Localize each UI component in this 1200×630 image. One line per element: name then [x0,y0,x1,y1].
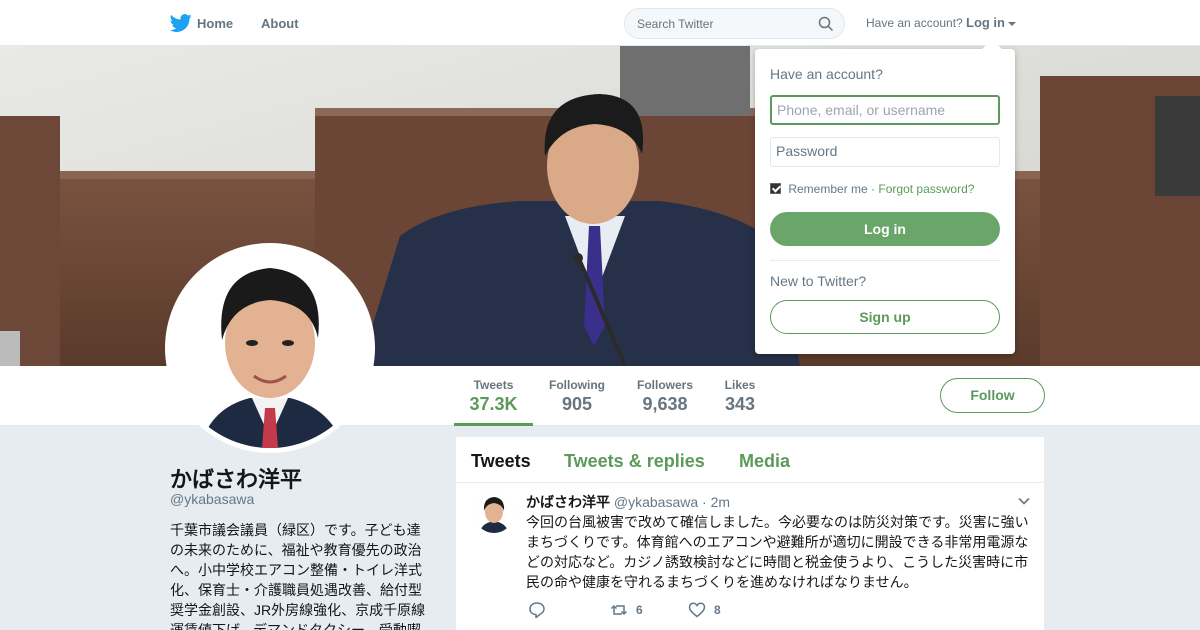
like-count: 8 [714,603,721,617]
stat-likes[interactable]: Likes 343 [722,378,758,415]
avatar[interactable] [165,243,375,453]
username-field[interactable]: Phone, email, or username [770,95,1000,125]
profile-bio: 千葉市議会議員（緑区）です。子ども達の未来のために、福祉や教育優先の政治へ。小中… [170,522,426,630]
stat-tweets-label: Tweets [473,378,514,392]
heart-icon [688,602,706,618]
stat-following-label: Following [549,378,605,392]
tweet-author-name[interactable]: かばさわ洋平 [526,494,610,510]
new-to-twitter-text: New to Twitter? [770,273,867,289]
chevron-down-icon[interactable] [1018,495,1030,507]
nav-home-link[interactable]: Home [197,16,233,31]
remember-row: Remember me · Forgot password? [770,182,974,196]
have-account-text: Have an account? [866,16,963,30]
tab-media[interactable]: Media [739,451,790,472]
login-dropdown: Have an account? Phone, email, or userna… [755,39,1015,354]
twitter-bird-icon[interactable] [170,12,192,34]
stat-followers[interactable]: Followers 9,638 [634,378,696,415]
search-icon[interactable] [818,16,834,32]
nav-about-link[interactable]: About [261,16,299,31]
caret-down-icon[interactable] [1008,22,1016,26]
like-button[interactable]: 8 [688,601,728,619]
tweet-separator: · [702,494,707,510]
search-placeholder: Search Twitter [637,17,714,31]
stat-following[interactable]: Following 905 [546,378,608,415]
timeline-tabs: Tweets Tweets & replies Media [456,437,1044,483]
signup-button[interactable]: Sign up [770,300,1000,334]
tweet[interactable]: かばさわ洋平 @ykabasawa · 2m 今回の台風被害で改めて確信しました… [456,483,1044,630]
forgot-password-link[interactable]: Forgot password? [878,182,974,196]
tab-tweets-replies[interactable]: Tweets & replies [564,451,705,472]
search-input[interactable]: Search Twitter [624,8,845,39]
dropdown-title: Have an account? [770,66,883,82]
tab-tweets[interactable]: Tweets [471,451,531,472]
stat-followers-value: 9,638 [642,394,688,414]
tweet-avatar[interactable] [474,493,514,533]
profile-handle[interactable]: @ykabasawa [170,491,254,507]
stat-tweets[interactable]: Tweets 37.3K [454,378,533,426]
stat-likes-value: 343 [724,394,756,414]
tweet-text: 今回の台風被害で改めて確信しました。今必要なのは防災対策です。災害に強いまちづく… [526,514,1029,590]
follow-button[interactable]: Follow [940,378,1045,413]
remember-me-checkbox[interactable] [770,183,781,194]
profile-name[interactable]: かばさわ洋平 [170,462,302,494]
avatar-photo [170,248,370,448]
timeline: Tweets Tweets & replies Media かばさわ洋平 @yk… [456,437,1044,630]
login-dropdown-toggle[interactable]: Log in [966,15,1005,30]
retweet-button[interactable]: 6 [610,601,650,619]
stat-followers-label: Followers [636,378,693,392]
retweet-icon [610,604,628,616]
stat-likes-label: Likes [724,378,756,392]
dropdown-divider [770,260,1000,261]
stat-tweets-value: 37.3K [469,394,518,414]
tweet-timestamp[interactable]: 2m [711,494,730,510]
remember-me-label[interactable]: Remember me [788,182,867,196]
top-nav: Home About Search Twitter Have an accoun… [0,0,1200,46]
remember-separator: · [871,182,876,196]
stat-following-value: 905 [561,394,593,414]
reply-icon [529,602,545,619]
reply-button[interactable] [528,601,568,619]
login-button[interactable]: Log in [770,212,1000,246]
tweet-author-handle[interactable]: @ykabasawa [614,494,698,510]
password-field[interactable]: Password [770,137,1000,167]
retweet-count: 6 [636,603,643,617]
tweet-avatar-photo [474,493,514,533]
tweet-header: かばさわ洋平 @ykabasawa · 2m [526,492,730,512]
